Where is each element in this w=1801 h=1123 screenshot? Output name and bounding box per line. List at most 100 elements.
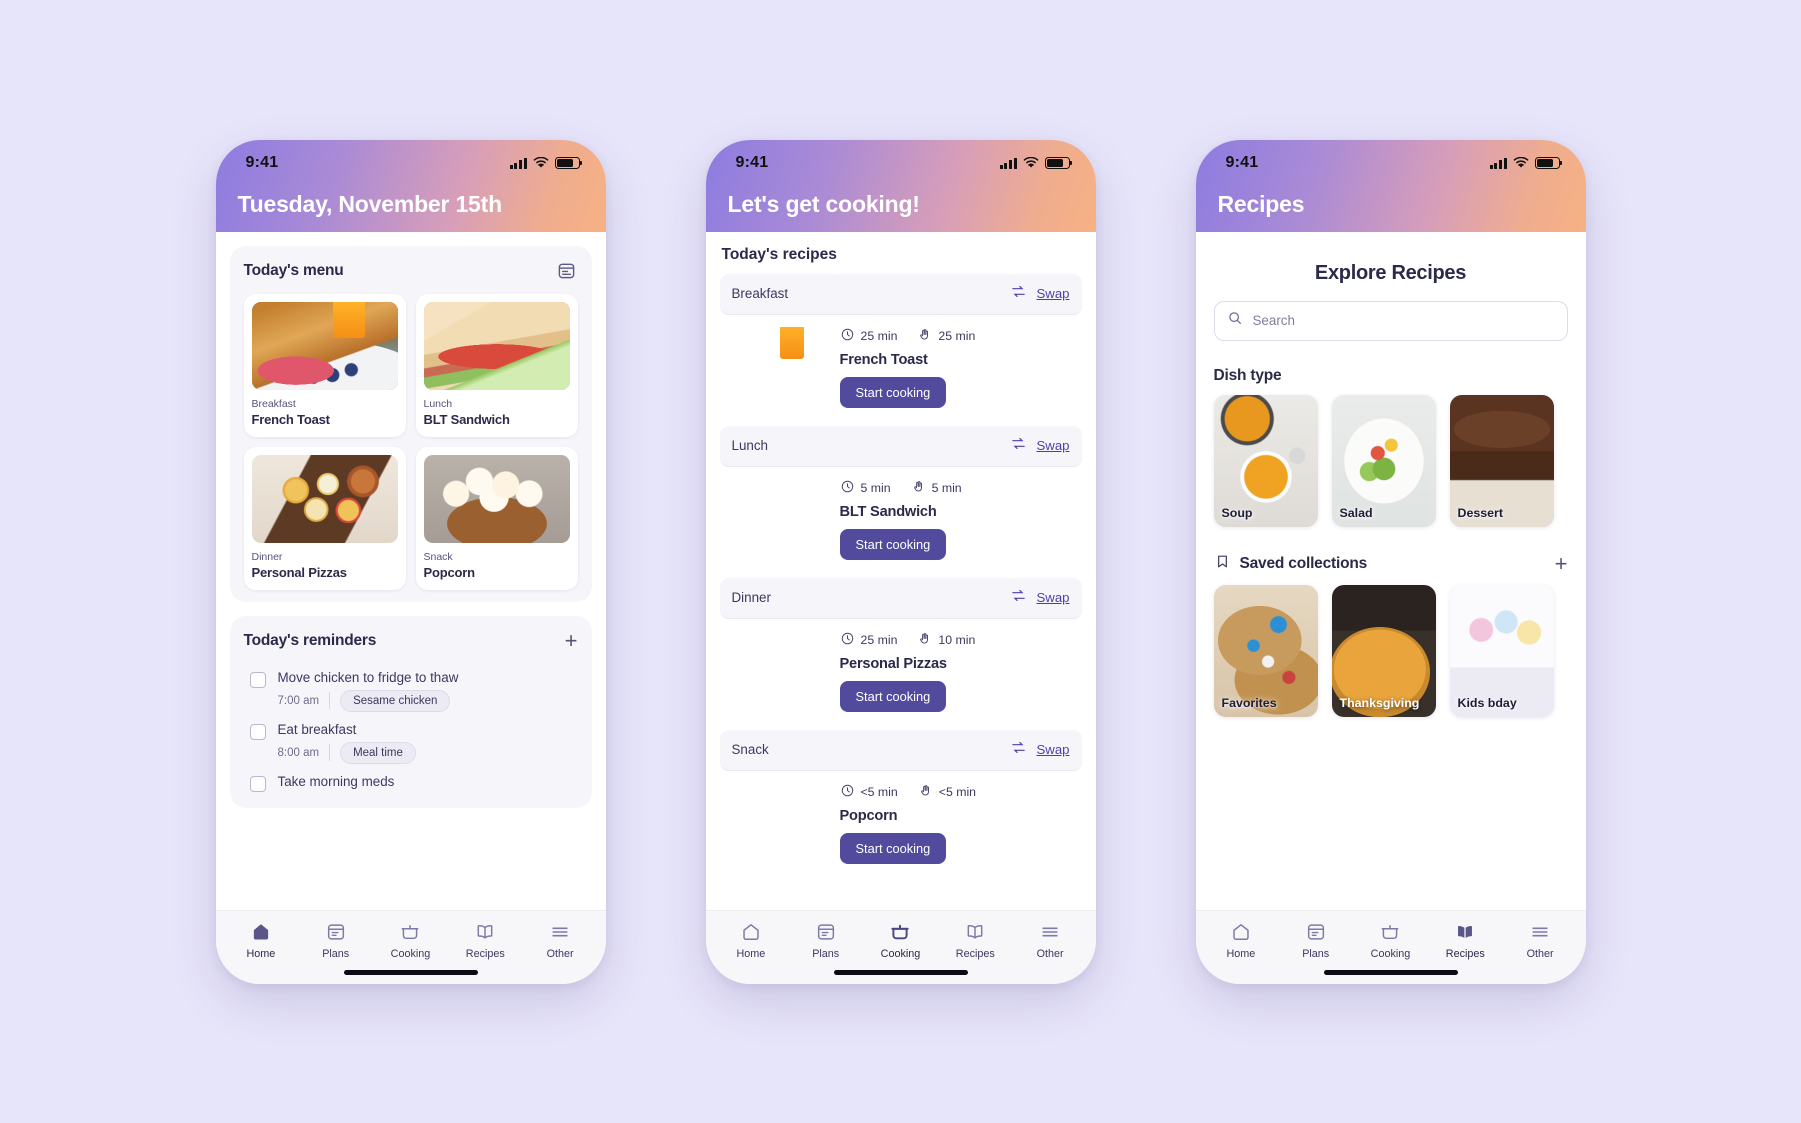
todays-menu-panel: Today's menu Breakfast French Toast Lunc… xyxy=(229,245,592,602)
start-cooking-button[interactable]: Start cooking xyxy=(839,528,947,560)
tab-home[interactable]: Home xyxy=(224,921,299,960)
meal-card[interactable]: Lunch BLT Sandwich xyxy=(415,293,578,437)
tab-cooking[interactable]: Cooking xyxy=(373,921,448,960)
tile-label: Salad xyxy=(1339,505,1373,520)
add-collection-button[interactable]: + xyxy=(1555,552,1568,575)
start-cooking-button[interactable]: Start cooking xyxy=(839,376,947,408)
phone3-content[interactable]: Explore Recipes Search Dish type Soup Sa… xyxy=(1195,231,1586,910)
battery-icon xyxy=(1534,157,1563,169)
tab-home[interactable]: Home xyxy=(714,921,789,960)
collection-tile[interactable]: Favorites xyxy=(1213,584,1318,717)
cook-time: <5 min xyxy=(918,783,976,801)
reminder-checkbox[interactable] xyxy=(249,671,266,688)
start-cooking-button[interactable]: Start cooking xyxy=(839,680,947,712)
reminder-time: 7:00 am xyxy=(277,694,320,707)
battery-icon xyxy=(1044,157,1073,169)
recipe-row[interactable]: 25 min 10 min Personal Pizzas Start cook… xyxy=(720,631,1082,712)
swap-link[interactable]: Swap xyxy=(1037,590,1070,605)
phone-home-screen: 9:41 Tuesday, November 15th Today's menu… xyxy=(215,139,606,984)
meal-slot-label: Breakfast xyxy=(251,397,296,410)
recipe-row[interactable]: 25 min 25 min French Toast Start cooking xyxy=(720,327,1082,408)
phone2-content[interactable]: Today's recipes Breakfast Swap 25 min 25… xyxy=(705,231,1096,910)
tab-plans[interactable]: Plans xyxy=(1278,921,1353,960)
cook-time: 25 min xyxy=(917,327,975,345)
swap-icon[interactable] xyxy=(1010,283,1027,305)
meal-name: BLT Sandwich xyxy=(423,411,510,427)
reminder-item[interactable]: Take morning meds xyxy=(244,768,578,796)
reminder-tag[interactable]: Sesame chicken xyxy=(340,689,451,712)
dish-type-tile[interactable]: Dessert xyxy=(1449,394,1554,527)
tab-recipes[interactable]: Recipes xyxy=(1428,921,1503,960)
tab-home[interactable]: Home xyxy=(1204,921,1279,960)
search-input[interactable]: Search xyxy=(1213,300,1568,341)
explore-recipes-title: Explore Recipes xyxy=(1314,261,1467,284)
collection-tile[interactable]: Thanksgiving xyxy=(1331,584,1436,717)
phone-cooking-screen: 9:41 Let's get cooking! Today's recipes xyxy=(705,139,1096,984)
pot-icon xyxy=(1379,921,1401,943)
recipe-row[interactable]: <5 min <5 min Popcorn Start cooking xyxy=(720,783,1082,864)
tab-plans[interactable]: Plans xyxy=(788,921,863,960)
home-indicator xyxy=(343,969,478,975)
tile-label: Thanksgiving xyxy=(1339,695,1420,710)
meal-thumbnail xyxy=(423,301,570,390)
cook-time-value: 5 min xyxy=(931,480,962,495)
tab-cooking[interactable]: Cooking xyxy=(863,921,938,960)
meal-card[interactable]: Breakfast French Toast xyxy=(243,293,406,437)
swap-link[interactable]: Swap xyxy=(1037,286,1070,301)
book-icon xyxy=(474,921,496,943)
reminder-checkbox[interactable] xyxy=(249,775,266,792)
tab-recipes[interactable]: Recipes xyxy=(448,921,523,960)
tab-other[interactable]: Other xyxy=(523,921,598,960)
swap-link[interactable]: Swap xyxy=(1037,742,1070,757)
todays-menu-grid: Breakfast French Toast Lunch BLT Sandwic… xyxy=(243,293,578,590)
calendar-icon[interactable] xyxy=(556,260,578,282)
saved-collections-header: Saved collections + xyxy=(1214,552,1568,575)
swap-link[interactable]: Swap xyxy=(1037,438,1070,453)
reminder-item[interactable]: Move chicken to fridge to thaw 7:00 am S… xyxy=(244,664,578,716)
dish-type-tile[interactable]: Salad xyxy=(1331,394,1436,527)
page-title: Tuesday, November 15th xyxy=(237,190,503,217)
tab-other[interactable]: Other xyxy=(1503,921,1578,960)
tab-label: Cooking xyxy=(880,947,921,960)
tab-label: Other xyxy=(1526,947,1554,960)
reminder-time: 8:00 am xyxy=(277,746,320,759)
cellular-signal-icon xyxy=(999,157,1017,169)
phone-recipes-screen: 9:41 Recipes Explore Recipes Search Dish… xyxy=(1195,139,1586,984)
tab-label: Home xyxy=(246,947,276,960)
recipe-thumbnail xyxy=(720,783,828,861)
wifi-icon xyxy=(533,157,548,168)
todays-menu-header: Today's menu xyxy=(244,260,578,282)
recipe-name: Popcorn xyxy=(839,807,898,824)
recipe-times: 25 min 10 min xyxy=(840,631,1082,649)
dish-type-header: Dish type xyxy=(1214,367,1568,385)
phone1-content[interactable]: Today's menu Breakfast French Toast Lunc… xyxy=(215,231,606,910)
add-reminder-button[interactable]: + xyxy=(565,629,578,652)
reminder-title: Take morning meds xyxy=(277,773,395,789)
tab-plans[interactable]: Plans xyxy=(298,921,373,960)
tab-recipes[interactable]: Recipes xyxy=(938,921,1013,960)
swap-icon[interactable] xyxy=(1010,587,1027,609)
reminder-item[interactable]: Eat breakfast 8:00 am Meal time xyxy=(244,716,578,768)
tab-label: Cooking xyxy=(390,947,431,960)
status-icons xyxy=(1489,157,1564,169)
meal-card[interactable]: Snack Popcorn xyxy=(415,446,578,590)
tab-other[interactable]: Other xyxy=(1013,921,1088,960)
reminder-checkbox[interactable] xyxy=(249,723,266,740)
reminder-tag[interactable]: Meal time xyxy=(340,741,416,764)
phone2-header: 9:41 Let's get cooking! xyxy=(705,139,1096,232)
meal-card[interactable]: Dinner Personal Pizzas xyxy=(243,446,406,590)
saved-collections-carousel[interactable]: Favorites Thanksgiving Kids bday xyxy=(1196,584,1586,717)
meal-slot-label: Dinner xyxy=(251,550,283,563)
home-icon xyxy=(1230,921,1252,943)
dish-type-carousel[interactable]: Soup Salad Dessert xyxy=(1196,394,1586,527)
start-cooking-button[interactable]: Start cooking xyxy=(839,832,947,864)
tab-cooking[interactable]: Cooking xyxy=(1353,921,1428,960)
divider xyxy=(329,744,331,761)
swap-icon[interactable] xyxy=(1010,435,1027,457)
home-icon xyxy=(740,921,762,943)
meal-thumbnail xyxy=(251,454,398,543)
recipe-row[interactable]: 5 min 5 min BLT Sandwich Start cooking xyxy=(720,479,1082,560)
collection-tile[interactable]: Kids bday xyxy=(1449,584,1554,717)
swap-icon[interactable] xyxy=(1010,739,1027,761)
dish-type-tile[interactable]: Soup xyxy=(1213,394,1318,527)
